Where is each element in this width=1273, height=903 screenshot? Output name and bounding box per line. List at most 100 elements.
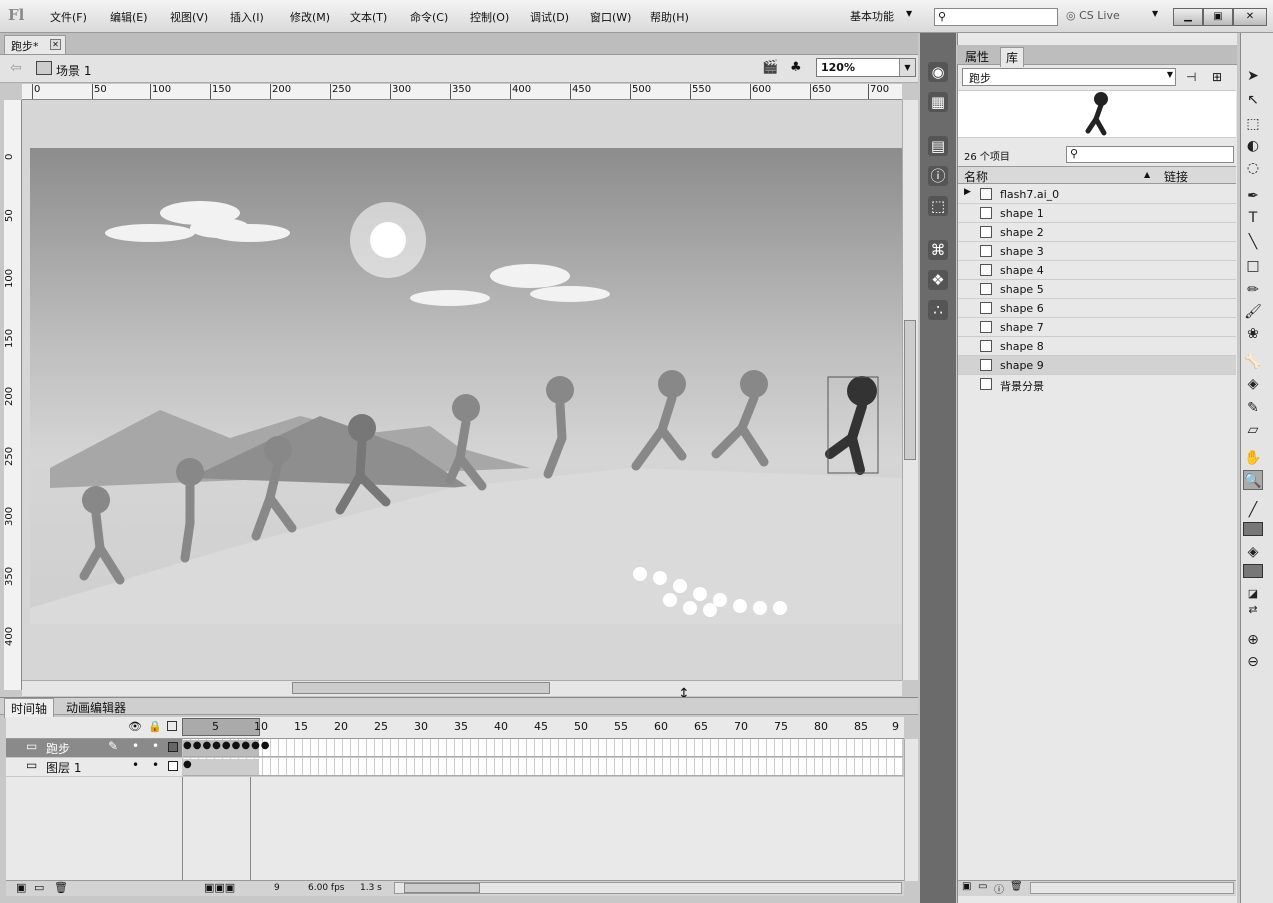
timeline-vertical-scrollbar[interactable]	[904, 739, 918, 881]
lasso-icon[interactable]: ◌	[1243, 158, 1263, 178]
menu-debug[interactable]: 调试(D)	[530, 9, 569, 25]
workspace-switcher[interactable]: 基本功能	[850, 8, 894, 24]
pin-icon[interactable]: ⊣	[1186, 70, 1196, 84]
tab-motion-editor[interactable]: 动画编辑器	[60, 698, 132, 717]
edit-symbol-icon[interactable]: ♣	[790, 60, 802, 75]
menu-edit[interactable]: 编辑(E)	[110, 9, 148, 25]
rectangle-tool-icon[interactable]: □	[1243, 256, 1263, 276]
menu-help[interactable]: 帮助(H)	[650, 9, 689, 25]
column-name[interactable]: 名称	[964, 168, 988, 185]
layer-name[interactable]: 跑步	[46, 740, 70, 757]
outline-icon[interactable]	[167, 721, 177, 731]
zoom-out-icon[interactable]: ⊖	[1243, 652, 1263, 672]
list-item[interactable]: shape 6	[958, 299, 1236, 318]
trash-icon[interactable]: 🗑	[1010, 881, 1023, 892]
column-linkage[interactable]: 链接	[1164, 168, 1188, 185]
expand-icon[interactable]: ▶	[964, 187, 971, 197]
onion-skin-icon[interactable]: ▣▣▣	[204, 881, 235, 894]
frame-span-selection[interactable]	[182, 718, 260, 736]
color-palette-icon[interactable]: ◉	[928, 62, 948, 82]
zoom-select[interactable]: 120% ▼	[816, 58, 916, 77]
layer-row-running[interactable]: ▭ 跑步 ✎ • •	[6, 739, 182, 757]
actions-icon[interactable]: ⌘	[928, 240, 948, 260]
swap-colors-icon[interactable]: ⇄	[1243, 600, 1263, 620]
menu-text[interactable]: 文本(T)	[350, 9, 387, 25]
new-symbol-icon[interactable]: ▣	[962, 881, 971, 892]
menu-window[interactable]: 窗口(W)	[590, 9, 631, 25]
close-button[interactable]: ✕	[1233, 8, 1267, 26]
layer-frames-layer1[interactable]	[183, 758, 903, 776]
layer-frames-running[interactable]	[183, 739, 903, 757]
chevron-down-icon[interactable]: ▼	[906, 9, 912, 18]
frame-rate[interactable]: 6.00 fps	[308, 883, 344, 893]
fill-color-swatch[interactable]	[1243, 564, 1263, 578]
brush-icon[interactable]: 🖌	[1243, 302, 1263, 322]
pen-icon[interactable]: ✒	[1243, 186, 1263, 206]
fill-color-icon[interactable]: ◈	[1243, 542, 1263, 562]
motion-presets-icon[interactable]: ∴	[928, 300, 948, 320]
list-item[interactable]: shape 7	[958, 318, 1236, 337]
line-tool-icon[interactable]: ╲	[1243, 232, 1263, 252]
keyframes-layer1[interactable]: ●	[183, 759, 259, 775]
keyframes-running[interactable]: ●●●●●●●●●	[183, 740, 270, 756]
document-tab[interactable]: 跑步* ✕	[4, 35, 66, 54]
menu-modify[interactable]: 修改(M)	[290, 9, 330, 25]
menu-view[interactable]: 视图(V)	[170, 9, 208, 25]
runner-selected[interactable]	[825, 376, 877, 475]
components-icon[interactable]: ❖	[928, 270, 948, 290]
list-item[interactable]: shape 3	[958, 242, 1236, 261]
menu-control[interactable]: 控制(O)	[470, 9, 509, 25]
library-search-input[interactable]: ⚲	[1066, 146, 1234, 163]
trash-icon[interactable]: 🗑	[54, 881, 68, 894]
eye-icon[interactable]: 👁	[128, 720, 142, 733]
lock-dot[interactable]: •	[152, 739, 159, 753]
list-item[interactable]: shape 8	[958, 337, 1236, 356]
outline-toggle[interactable]	[168, 761, 178, 771]
swatches-grid-icon[interactable]: ▦	[928, 92, 948, 112]
zoom-tool-icon[interactable]: 🔍	[1243, 470, 1263, 490]
layer-name[interactable]: 图层 1	[46, 759, 81, 776]
back-arrow-icon[interactable]: ⇦	[10, 60, 22, 76]
free-transform-icon[interactable]: ⬚	[1243, 114, 1263, 134]
lock-dot[interactable]: •	[152, 758, 159, 772]
scroll-thumb[interactable]	[404, 883, 480, 893]
list-item[interactable]: shape 4	[958, 261, 1236, 280]
help-search-input[interactable]: ⚲	[934, 8, 1058, 26]
scene-label[interactable]: 场景 1	[56, 62, 91, 79]
subselection-tool-icon[interactable]: ↖	[1243, 90, 1263, 110]
new-folder-icon[interactable]: ▭	[978, 881, 987, 892]
list-item[interactable]: shape 5	[958, 280, 1236, 299]
stroke-color-icon[interactable]: ╱	[1243, 500, 1263, 520]
scroll-thumb[interactable]	[904, 320, 916, 460]
outline-toggle[interactable]	[168, 742, 178, 752]
sort-icon[interactable]: ▲	[1144, 170, 1150, 179]
menu-file[interactable]: 文件(F)	[50, 9, 87, 25]
selection-tool-icon[interactable]: ➤	[1243, 66, 1263, 86]
new-layer-icon[interactable]: ▣	[16, 881, 26, 894]
library-select[interactable]: 跑步 ▼	[962, 68, 1176, 86]
chevron-down-icon[interactable]: ▼	[1152, 9, 1158, 18]
text-tool-icon[interactable]: T	[1243, 208, 1263, 228]
menu-commands[interactable]: 命令(C)	[410, 9, 448, 25]
scroll-thumb[interactable]	[292, 682, 550, 694]
lock-icon[interactable]: 🔒	[148, 720, 162, 733]
library-horizontal-scrollbar[interactable]	[1030, 882, 1234, 894]
zoom-in-icon[interactable]: ⊕	[1243, 630, 1263, 650]
chevron-down-icon[interactable]: ▼	[1167, 70, 1173, 79]
maximize-button[interactable]: ▣	[1203, 8, 1233, 26]
minimize-button[interactable]: ▁	[1173, 8, 1203, 26]
layer-row-layer1[interactable]: ▭ 图层 1 • •	[6, 758, 182, 776]
tab-properties[interactable]: 属性	[960, 47, 994, 66]
new-library-icon[interactable]: ⊞	[1212, 70, 1222, 84]
list-item-selected[interactable]: shape 9	[958, 356, 1236, 375]
paint-bucket-icon[interactable]: ◈	[1243, 374, 1263, 394]
properties-icon[interactable]: ⓘ	[994, 881, 1004, 896]
deco-tool-icon[interactable]: ❀	[1243, 324, 1263, 344]
tab-library[interactable]: 库	[1000, 47, 1025, 67]
align-icon[interactable]: ▤	[928, 136, 948, 156]
folder-icon[interactable]: ▭	[34, 881, 44, 894]
list-item[interactable]: shape 1	[958, 204, 1236, 223]
stroke-color-swatch[interactable]	[1243, 522, 1263, 536]
eyedropper-icon[interactable]: ✎	[1243, 398, 1263, 418]
3d-rotation-icon[interactable]: ◐	[1243, 136, 1263, 156]
